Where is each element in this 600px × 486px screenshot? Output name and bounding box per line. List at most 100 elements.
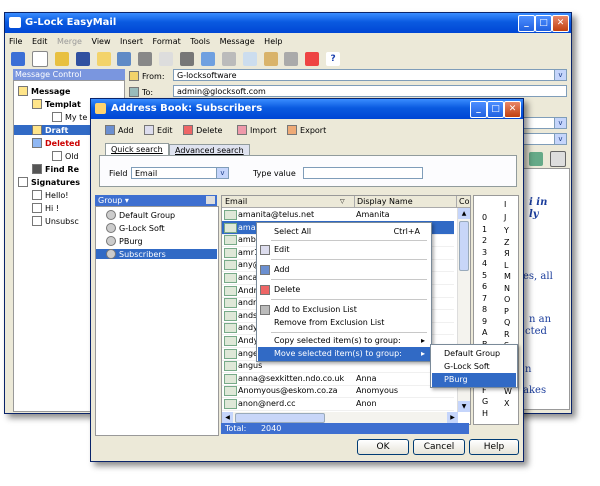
alpha-index-letter[interactable]: H (482, 409, 488, 418)
alpha-index-letter[interactable]: 0 (482, 213, 487, 222)
menu-edit[interactable]: Edit (258, 243, 430, 257)
alpha-index-letter[interactable]: 8 (482, 305, 487, 314)
send-icon[interactable] (11, 52, 25, 66)
tools-icon[interactable] (180, 52, 194, 66)
alpha-index-letter[interactable]: N (504, 284, 510, 293)
add-button[interactable]: Add (105, 125, 134, 135)
alpha-index-letter[interactable]: 7 (482, 294, 487, 303)
menu-insert[interactable]: Insert (120, 37, 143, 46)
hscroll-thumb[interactable] (235, 413, 325, 423)
tree-item-hi[interactable]: Hi ! (32, 203, 59, 213)
tree-item-unsubscribe[interactable]: Unsubsc (32, 216, 79, 226)
menu-add[interactable]: Add (258, 263, 430, 277)
menu-merge[interactable]: Merge (57, 37, 82, 46)
tree-item-message[interactable]: Message (18, 86, 70, 96)
tree-item-old[interactable]: Old (52, 151, 79, 161)
menu-delete[interactable]: Delete (258, 283, 430, 297)
menu-help[interactable]: Help (264, 37, 282, 46)
save-icon[interactable] (75, 52, 90, 66)
address-book-icon[interactable] (96, 52, 111, 66)
help-icon[interactable]: ? (326, 52, 341, 66)
alpha-index-letter[interactable]: O (504, 295, 510, 304)
alpha-index-letter[interactable]: 5 (482, 271, 487, 280)
group-settings-icon[interactable] (206, 196, 215, 204)
alpha-index-letter[interactable]: X (504, 399, 509, 408)
menu-view[interactable]: View (92, 37, 111, 46)
alpha-index-letter[interactable]: 4 (482, 259, 487, 268)
dialog-minimize-button[interactable]: _ (470, 101, 487, 118)
alpha-index-letter[interactable]: 6 (482, 282, 487, 291)
dialog-maximize-button[interactable]: □ (487, 101, 504, 118)
new-icon[interactable] (31, 51, 48, 67)
menu-select-all[interactable]: Select All Ctrl+A (258, 225, 430, 239)
table-icon[interactable] (549, 151, 566, 167)
alpha-index-letter[interactable]: W (504, 387, 512, 396)
export-button[interactable]: Export (287, 125, 326, 135)
group-header[interactable]: Group ▾ (95, 195, 217, 206)
maximize-button[interactable]: □ (535, 15, 552, 32)
chevron-down-icon[interactable]: v (216, 168, 228, 178)
alpha-index-letter[interactable]: M (504, 272, 511, 281)
group-item-glock[interactable]: G-Lock Soft (106, 223, 165, 233)
alpha-index-letter[interactable]: R (504, 330, 510, 339)
open-icon[interactable] (54, 52, 69, 66)
alpha-index-letter[interactable]: Y (504, 226, 509, 235)
tree-item-signatures[interactable]: Signatures (18, 177, 80, 187)
chevron-down-icon[interactable]: v (554, 70, 566, 80)
attach-icon[interactable] (284, 52, 299, 66)
col-email[interactable]: Email (225, 196, 247, 207)
tree-item-find-results[interactable]: Find Re (32, 164, 79, 174)
scroll-down-button[interactable]: ▼ (458, 401, 470, 412)
image-icon[interactable] (529, 152, 543, 166)
group-item-default[interactable]: Default Group (106, 210, 175, 220)
paste-icon[interactable] (263, 52, 278, 66)
group-item-subscribers[interactable]: Subscribers (96, 249, 217, 259)
to-field[interactable]: admin@glocksoft.com (173, 85, 567, 97)
alpha-index-letter[interactable]: 2 (482, 236, 487, 245)
tree-item-deleted[interactable]: Deleted (32, 138, 80, 148)
alpha-index-letter[interactable]: 9 (482, 317, 487, 326)
menu-file[interactable]: File (9, 37, 22, 46)
undo-icon[interactable] (200, 52, 215, 66)
spell-icon[interactable] (159, 52, 174, 66)
scroll-thumb[interactable] (459, 221, 469, 271)
submenu-default-group[interactable]: Default Group (432, 347, 516, 361)
help-button[interactable]: Help (469, 439, 519, 455)
edit-button[interactable]: Edit (144, 125, 173, 135)
tree-item-my-template[interactable]: My te (52, 112, 87, 122)
import-button[interactable]: Import (236, 125, 277, 135)
menu-remove-exclusion[interactable]: Remove from Exclusion List (258, 316, 430, 330)
group-icon[interactable] (117, 52, 132, 66)
header-field-4[interactable]: v (520, 133, 567, 145)
alpha-index-letter[interactable]: A (482, 328, 487, 337)
type-value-input[interactable] (303, 167, 423, 179)
ok-button[interactable]: OK (357, 439, 409, 455)
menu-message[interactable]: Message (220, 37, 255, 46)
alpha-index-letter[interactable]: Я (504, 249, 510, 258)
tree-item-hello[interactable]: Hello! (32, 190, 68, 200)
alpha-index-letter[interactable]: 1 (482, 225, 487, 234)
table-row[interactable]: anon@nerd.cc Anon (222, 397, 454, 411)
message-body[interactable]: i in ly es, all n an cted n akes (520, 168, 570, 410)
header-field-3[interactable]: v (520, 117, 567, 129)
col-display-name[interactable]: Display Name (354, 196, 413, 207)
group-item-pburg[interactable]: PBurg (106, 236, 143, 246)
cancel-button[interactable]: Cancel (413, 439, 465, 455)
from-field[interactable]: G-locksoftware v (173, 69, 567, 81)
submenu-glock-soft[interactable]: G-Lock Soft (432, 360, 516, 374)
priority-icon[interactable] (305, 52, 320, 66)
chevron-down-icon[interactable]: v (554, 134, 566, 144)
options-icon[interactable] (138, 52, 153, 66)
field-select[interactable]: Email v (131, 167, 229, 179)
col-co[interactable]: Co (456, 196, 469, 207)
menu-add-exclusion[interactable]: Add to Exclusion List (258, 303, 430, 317)
alpha-index-letter[interactable]: G (482, 397, 488, 406)
menu-tools[interactable]: Tools (190, 37, 210, 46)
minimize-button[interactable]: _ (518, 15, 535, 32)
menu-copy-to-group[interactable]: Copy selected item(s) to group: ▸ (258, 334, 430, 348)
cut-icon[interactable] (221, 52, 236, 66)
menu-format[interactable]: Format (153, 37, 181, 46)
submenu-pburg[interactable]: PBurg (432, 373, 516, 387)
close-button[interactable]: ✕ (552, 15, 569, 32)
chevron-down-icon[interactable]: v (554, 118, 566, 128)
